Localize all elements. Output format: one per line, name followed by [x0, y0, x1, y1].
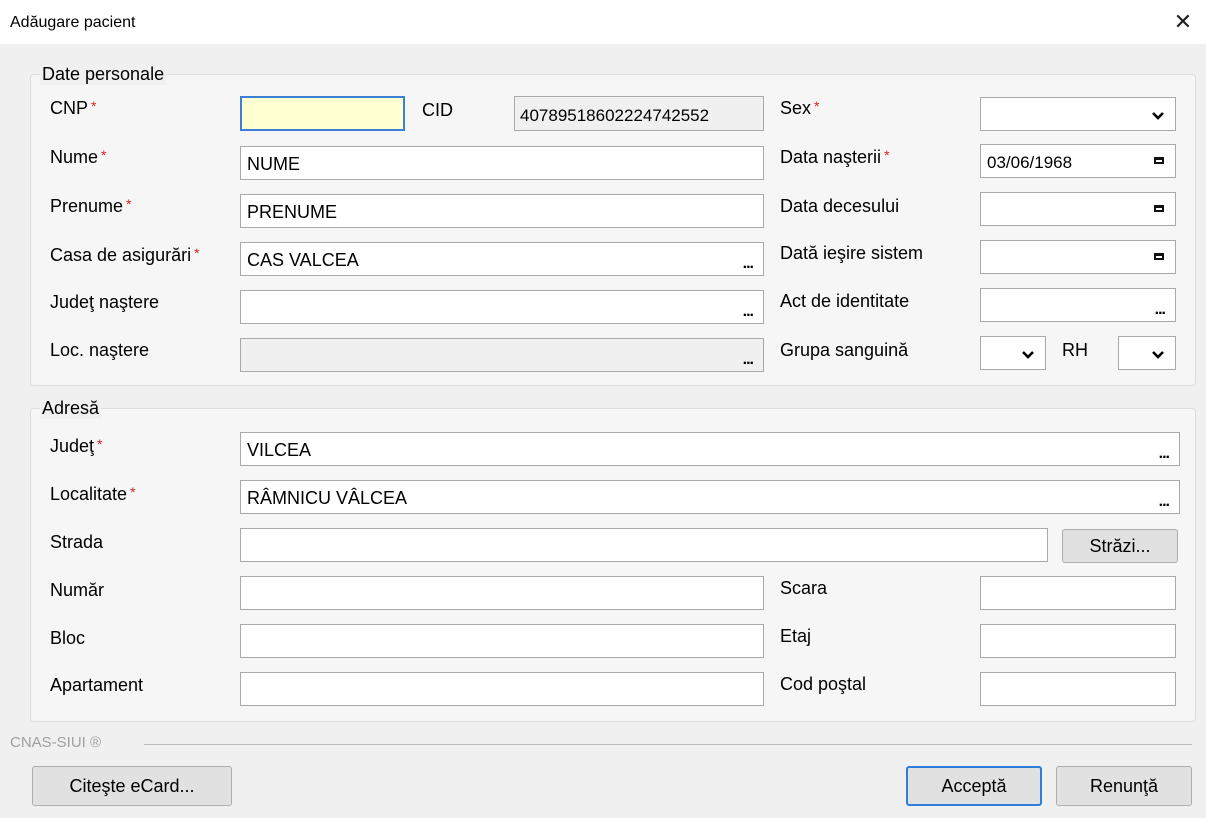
data-nasterii-input[interactable]: 03/06/1968 — [980, 144, 1176, 178]
add-patient-dialog: Adăugare pacient ✕ Date personale CNP * N… — [0, 0, 1206, 818]
bloc-label: Bloc — [50, 628, 86, 648]
judet-nastere-label: Judeţ naştere — [50, 292, 160, 312]
nume-label: Nume * — [50, 147, 107, 167]
strada-label: Strada — [50, 532, 104, 552]
personal-data-legend: Date personale — [40, 64, 167, 85]
address-legend: Adresă — [40, 398, 102, 419]
judet-label: Judeţ * — [50, 436, 103, 456]
data-nasterii-label: Data naşterii * — [780, 147, 890, 167]
read-ecard-button[interactable]: Citeşte eCard... — [32, 766, 232, 806]
scara-label: Scara — [780, 578, 828, 598]
brand-label: CNAS-SIUI ® — [10, 734, 102, 751]
judet-input[interactable]: VILCEA ... — [240, 432, 1180, 466]
localitate-label: Localitate * — [50, 484, 136, 504]
casa-asigurari-label: Casa de asigurări * — [50, 245, 200, 265]
prenume-input[interactable]: PRENUME — [240, 194, 764, 228]
data-decesului-label: Data decesului — [780, 196, 900, 216]
cod-postal-input[interactable] — [980, 672, 1176, 706]
browse-judet-nastere-button[interactable]: ... — [743, 304, 754, 320]
browse-localitate-button[interactable]: ... — [1159, 494, 1170, 510]
cod-postal-label: Cod poştal — [780, 674, 867, 694]
chevron-down-icon — [1152, 112, 1164, 120]
browse-judet-button[interactable]: ... — [1159, 446, 1170, 462]
etaj-label: Etaj — [780, 626, 812, 646]
grupa-sanguina-label: Grupa sanguină — [780, 340, 909, 360]
etaj-input[interactable] — [980, 624, 1176, 658]
cnp-input[interactable] — [240, 96, 405, 131]
loc-nastere-input[interactable]: ... — [240, 338, 764, 372]
bloc-input[interactable] — [240, 624, 764, 658]
browse-casa-button[interactable]: ... — [743, 256, 754, 272]
rh-label: RH — [1062, 340, 1088, 360]
browse-act-button[interactable]: ... — [1155, 302, 1166, 318]
chevron-down-icon — [1152, 351, 1164, 359]
prenume-label: Prenume * — [50, 196, 132, 216]
window-title: Adăugare pacient — [10, 14, 136, 31]
grupa-sanguina-select[interactable] — [980, 336, 1046, 370]
localitate-input[interactable]: RÂMNICU VÂLCEA ... — [240, 480, 1180, 514]
calendar-icon[interactable] — [1154, 253, 1164, 260]
browse-loc-nastere-button[interactable]: ... — [743, 352, 754, 368]
cancel-button[interactable]: Renunţă — [1056, 766, 1192, 806]
cnp-label: CNP * — [50, 98, 97, 118]
data-iesire-label: Dată ieşire sistem — [780, 243, 924, 263]
sex-select[interactable] — [980, 97, 1176, 131]
act-identitate-label: Act de identitate — [780, 291, 910, 311]
numar-label: Număr — [50, 580, 105, 600]
apartament-label: Apartament — [50, 675, 144, 695]
strada-input[interactable] — [240, 528, 1048, 562]
calendar-icon[interactable] — [1154, 157, 1164, 164]
footer-divider — [144, 744, 1192, 745]
apartament-input[interactable] — [240, 672, 764, 706]
close-icon[interactable]: ✕ — [1160, 0, 1206, 44]
accept-button[interactable]: Acceptă — [906, 766, 1042, 806]
cid-field: 40789518602224742552 — [514, 96, 764, 131]
loc-nastere-label: Loc. naştere — [50, 340, 150, 360]
numar-input[interactable] — [240, 576, 764, 610]
cid-label: CID — [422, 100, 453, 120]
data-decesului-input[interactable] — [980, 192, 1176, 226]
chevron-down-icon — [1022, 351, 1034, 359]
scara-input[interactable] — [980, 576, 1176, 610]
act-identitate-input[interactable]: ... — [980, 288, 1176, 322]
casa-asigurari-input[interactable]: CAS VALCEA ... — [240, 242, 764, 276]
title-bar: Adăugare pacient ✕ — [0, 0, 1206, 44]
rh-select[interactable] — [1118, 336, 1176, 370]
judet-nastere-input[interactable]: ... — [240, 290, 764, 324]
data-iesire-input[interactable] — [980, 240, 1176, 274]
calendar-icon[interactable] — [1154, 205, 1164, 212]
nume-input[interactable]: NUME — [240, 146, 764, 180]
sex-label: Sex * — [780, 98, 820, 118]
strazi-button[interactable]: Străzi... — [1062, 529, 1178, 563]
